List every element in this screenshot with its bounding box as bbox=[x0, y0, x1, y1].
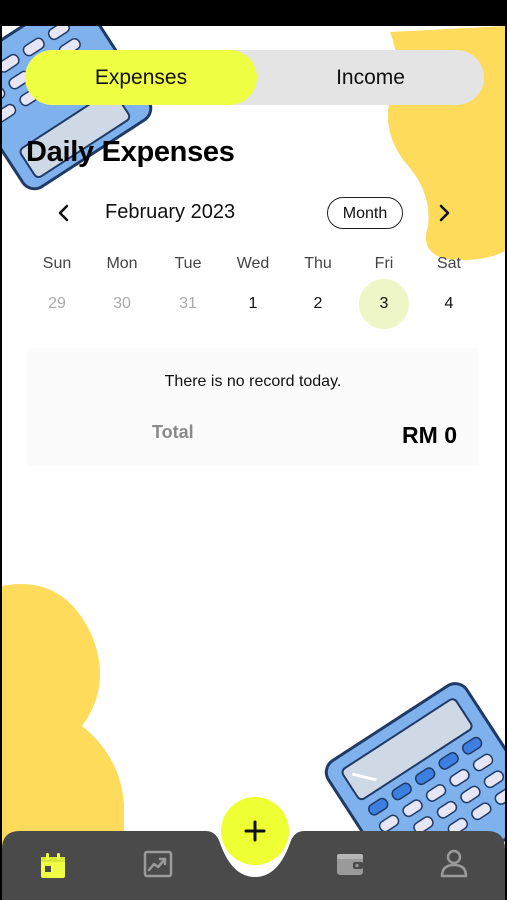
calendar-day[interactable]: 30 bbox=[97, 279, 147, 329]
total-label: Total bbox=[152, 422, 194, 442]
calendar-day[interactable]: 29 bbox=[32, 279, 82, 329]
empty-record-message: There is no record today. bbox=[164, 373, 342, 390]
chart-icon[interactable] bbox=[143, 849, 173, 879]
total-value: RM 0 bbox=[402, 422, 457, 448]
wallet-icon[interactable] bbox=[335, 849, 365, 879]
weekday-label: Wed bbox=[236, 255, 270, 272]
calendar-day[interactable]: 31 bbox=[163, 279, 213, 329]
month-label: February 2023 bbox=[105, 201, 236, 223]
weekday-label: Fri bbox=[374, 255, 394, 272]
income-tab[interactable]: Income bbox=[257, 50, 484, 105]
daily-record-card: There is no record today. Total RM 0 bbox=[27, 348, 479, 466]
expenses-income-toggle: Expenses Income bbox=[25, 50, 484, 105]
add-expense-button[interactable] bbox=[221, 797, 289, 865]
profile-icon[interactable] bbox=[439, 848, 469, 878]
calendar-day[interactable]: 2 bbox=[293, 279, 343, 329]
weekday-label: Thu bbox=[304, 255, 332, 272]
app-screen: Expenses Income Daily Expenses February … bbox=[2, 26, 505, 900]
plus-icon bbox=[244, 820, 266, 842]
calendar-day[interactable]: 1 bbox=[228, 279, 278, 329]
page-title: Daily Expenses bbox=[26, 136, 235, 168]
calendar-day[interactable]: 4 bbox=[424, 279, 474, 329]
month-view-button[interactable]: Month bbox=[327, 197, 403, 229]
chevron-right-icon[interactable] bbox=[432, 201, 456, 225]
expenses-tab[interactable]: Expenses bbox=[25, 50, 257, 105]
chevron-left-icon[interactable] bbox=[52, 201, 76, 225]
calendar-icon[interactable] bbox=[38, 851, 68, 881]
calendar-day-selected[interactable]: 3 bbox=[359, 279, 409, 329]
weekday-label: Sat bbox=[436, 255, 461, 272]
weekday-label: Mon bbox=[106, 255, 138, 272]
weekday-label: Sun bbox=[42, 255, 72, 272]
weekday-label: Tue bbox=[174, 255, 202, 272]
